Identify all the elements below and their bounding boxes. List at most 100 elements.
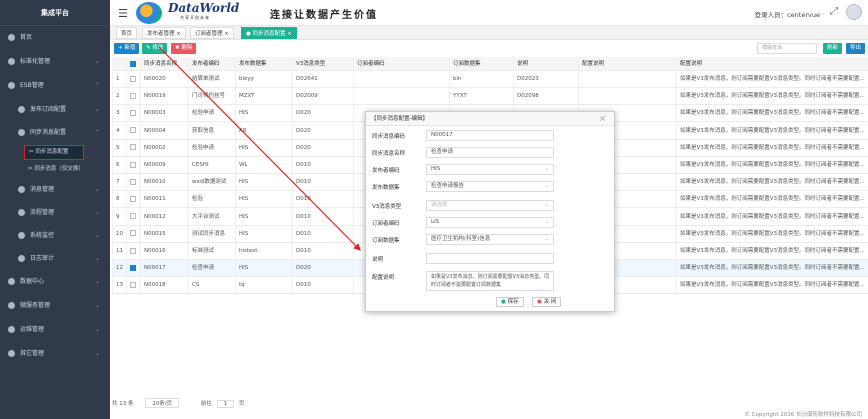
row-checkbox[interactable]	[130, 161, 136, 168]
chevron-down-icon: ⌄	[94, 255, 100, 262]
table-row[interactable]: 2 N00019 门诊预约挂号 MZXT D02009 YYXT D02098 如果是V3发布…	[112, 88, 868, 106]
column-header[interactable]	[126, 57, 140, 70]
save-button[interactable]: ● 保存	[496, 297, 524, 307]
tab-home[interactable]: 首页	[116, 27, 138, 39]
sidebar-item-home[interactable]: 首页	[0, 26, 110, 50]
export-button[interactable]: 导出	[845, 43, 865, 54]
table-cell: D020	[292, 122, 353, 139]
edit-button[interactable]: ✎ 修改	[142, 43, 168, 54]
column-header[interactable]: 订阅数据集	[449, 57, 513, 70]
field-label: 同步消息编码	[372, 134, 406, 140]
chevron-down-icon: ⌄	[94, 58, 100, 65]
table-cell: 如果是V3发布消息，则订阅需要配置V3消息类型。同时订阅者不需要配置...	[676, 139, 868, 156]
select-all-checkbox[interactable]	[130, 60, 136, 67]
sidebar-item-label: 发布订阅配置	[30, 106, 67, 113]
table-cell: D010	[292, 157, 353, 173]
column-header[interactable]: V3消息类型	[292, 57, 353, 70]
row-checkbox[interactable]	[130, 178, 136, 185]
tab-publisher[interactable]: 发布者管理 ×	[142, 27, 186, 39]
row-checkbox[interactable]	[130, 127, 136, 134]
sidebar-item-standardization[interactable]: 标准化管理 ⌄	[0, 50, 110, 74]
table-cell: N00018	[140, 277, 188, 294]
edit-dialog: 【同步消息配置-编辑】 × 同步消息编码 N00017 同步消息名称 检查申请 发布者编…	[365, 111, 615, 312]
field-select[interactable]: 检查申请报告 ⌄	[426, 181, 554, 192]
field-input[interactable]: 检查申请	[426, 147, 554, 158]
sidebar-item-sync-exchange[interactable]: ✂ 同步消息（仅交换）	[0, 161, 110, 178]
sidebar-item-process[interactable]: 流程管理 ⌄	[0, 201, 110, 224]
field-label: 配置说明	[372, 275, 395, 281]
row-checkbox[interactable]	[130, 144, 136, 151]
close-button[interactable]: ● 关 闭	[532, 297, 562, 307]
table-cell: 如果是V3发布消息，则订阅需要配置V3消息类型。同时订阅者不需要配置...	[676, 243, 868, 259]
chevron-down-icon: ⌄	[544, 202, 549, 208]
tab-subscriber[interactable]: 订阅者管理 ×	[190, 27, 234, 39]
field-label: V3消息类型	[372, 204, 402, 210]
row-checkbox[interactable]	[130, 281, 136, 288]
tab-sync-config[interactable]: ● 同步消息配置 ×	[241, 27, 297, 39]
field-select[interactable]: HIS ⌄	[426, 164, 554, 175]
sidebar-item-pubsub[interactable]: 发布订阅配置 ⌄	[0, 98, 110, 121]
sidebar-item-esb[interactable]: ESB管理 ⌃	[0, 74, 110, 98]
refresh-button[interactable]: 刷新	[822, 43, 842, 54]
column-header[interactable]	[112, 57, 126, 70]
row-checkbox[interactable]	[130, 213, 136, 220]
delete-button[interactable]: ✖ 删除	[171, 43, 197, 54]
fullscreen-icon[interactable]: ⤢	[830, 6, 838, 17]
page-size-select[interactable]: 20条/页	[145, 398, 180, 408]
sidebar-item-label: 标准化管理	[20, 58, 51, 65]
page-input[interactable]: 1	[216, 400, 235, 408]
sidebar-item-microservice[interactable]: 微服务管理 ⌄	[0, 294, 110, 318]
row-checkbox[interactable]	[130, 75, 136, 82]
table-cell: CESHI	[188, 157, 235, 173]
close-icon[interactable]: ×	[599, 114, 606, 123]
sidebar-item-ops[interactable]: 运维管理 ⌄	[0, 318, 110, 342]
column-header[interactable]: 发布者编码	[188, 57, 235, 70]
sidebar-item-audit[interactable]: 日志审计 ⌄	[0, 247, 110, 270]
chevron-down-icon: ⌄	[94, 278, 100, 285]
sidebar-item-sync-config[interactable]: 同步消息配置 ⌃	[0, 121, 110, 144]
field-select[interactable]: LIS ⌄	[426, 217, 554, 228]
row-checkbox-cell	[126, 277, 140, 294]
menu-icon[interactable]: ☰	[118, 7, 128, 20]
table-cell: HIS	[235, 208, 292, 225]
search-input[interactable]: 模糊查询	[757, 43, 817, 54]
column-header[interactable]: 发布数据集	[235, 57, 292, 70]
logo	[136, 2, 162, 24]
table-cell: 如果是V3发布消息，则订阅需要配置V3消息类型。同时订阅者不需要配置...	[676, 174, 868, 191]
sidebar-item-messages[interactable]: 消息管理 ⌄	[0, 178, 110, 201]
avatar[interactable]	[846, 4, 862, 20]
goto-label: 前往	[200, 401, 212, 407]
field-input[interactable]: N00017	[426, 130, 554, 141]
field-input[interactable]	[426, 253, 554, 264]
sidebar: 集成平台 首页 标准化管理 ⌄ ESB管理 ⌃ 发布订阅配置 ⌄ 同步消息配置 ⌃ ✂ …	[0, 0, 110, 419]
row-checkbox[interactable]	[130, 247, 136, 254]
row-checkbox[interactable]	[130, 230, 136, 237]
row-checkbox[interactable]	[130, 92, 136, 99]
column-header[interactable]: 配置说明	[676, 57, 868, 70]
table-cell: D010	[292, 225, 353, 242]
field-select[interactable]: 医疗卫生机构(科室)信息 ⌄	[426, 234, 554, 245]
field-select[interactable]: 请选择 ⌄	[426, 200, 554, 211]
row-checkbox[interactable]	[130, 264, 136, 271]
chevron-down-icon: ⌄	[544, 236, 549, 242]
table-cell: 门诊预约挂号	[188, 88, 235, 105]
row-checkbox[interactable]	[130, 109, 136, 116]
table-cell: HIS	[235, 105, 292, 122]
column-header[interactable]: 说明	[513, 57, 578, 70]
table-row[interactable]: 1 N00020 结算单测试 bleyy D02641 bln D02023 如果是V3发布消…	[112, 71, 868, 88]
page-suffix: 页	[238, 401, 245, 407]
sidebar-item-sync-config-active[interactable]: ✂ 同步消息配置	[24, 145, 84, 160]
sidebar-item-datacenter[interactable]: 数据中心 ⌄	[0, 270, 110, 294]
column-header[interactable]: 同步消息名称	[140, 57, 188, 70]
add-button[interactable]: + 新增	[114, 43, 140, 54]
row-checkbox-cell	[126, 88, 140, 105]
table-cell: N00019	[140, 88, 188, 105]
row-checkbox[interactable]	[130, 195, 136, 202]
column-header[interactable]: 订阅者编码	[353, 57, 449, 70]
sidebar-item-other[interactable]: 其它管理 ⌄	[0, 342, 110, 366]
sidebar-item-monitor[interactable]: 系统监控 ⌄	[0, 224, 110, 247]
table-cell: 结算单测试	[188, 71, 235, 87]
table-cell: 如果是V3发布消息，则订阅需要配置V3消息类型。同时订阅者不需要配置...	[676, 71, 868, 87]
field-input[interactable]: 如果是V3发布消息，则订阅需要配置V3消息类型。同时订阅者不需要配置订阅数据集	[426, 271, 554, 291]
close-label: 关 闭	[543, 299, 557, 305]
